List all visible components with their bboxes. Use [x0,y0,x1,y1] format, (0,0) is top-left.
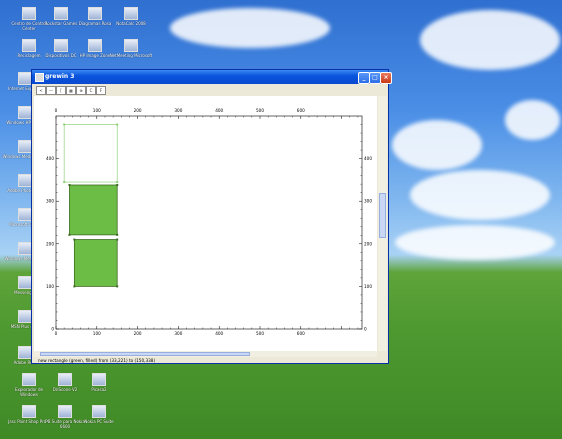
drawing-canvas[interactable]: 0 0 100 100 200 200 300 300 400 400 500 500 600 600 0 0… [34,96,377,351]
shortcut-icon [54,7,68,20]
plot-svg[interactable]: 001001002002003003004004005005006006000 0… [34,96,377,351]
window-title: grewin 3 [45,73,75,80]
shortcut-icon [88,39,102,52]
y-tick-label: 0 [51,327,54,332]
shortcut-icon [92,373,106,386]
shortcut-icon [18,310,32,323]
rectangle-handle [116,285,119,288]
rectangle-handle [116,233,119,236]
tool-f-button[interactable]: F [96,86,106,95]
rectangle-handle [68,233,71,236]
tool-c-button[interactable]: C [86,86,96,95]
rectangle-handle [116,181,119,184]
title-bar[interactable]: grewin 3 _ □ × [32,70,392,84]
shortcut-icon [18,140,32,153]
x-tick-label: 600 [297,108,305,113]
tool-line-button[interactable]: — [46,86,56,95]
cloud [410,170,550,220]
desktop-icon-label: Picasa2 [91,387,107,392]
shortcut-icon [92,405,106,418]
vertical-scrollbar[interactable] [378,96,387,351]
rectangle-handle [116,123,119,126]
shortcut-icon [18,208,32,221]
shortcut-icon [22,7,36,20]
shortcut-icon [124,39,138,52]
shortcut-icon [18,106,32,119]
x-tick-label: 500 [256,331,264,336]
plot-rectangle[interactable] [73,239,118,287]
shortcut-icon [58,405,72,418]
x-tick-label: 300 [174,331,182,336]
x-tick-label: 200 [134,331,142,336]
y-tick-label: 100 [364,284,372,289]
rectangle-handle [116,184,119,187]
cloud [420,10,560,70]
close-button[interactable]: × [380,72,392,84]
rectangle-handle [116,238,119,241]
app-window[interactable]: grewin 3 _ □ × < — [ ▦ ⊕ C F 0 0 100 100 200… [31,69,392,364]
shortcut-icon [18,174,32,187]
tool-target-button[interactable]: ⊕ [76,86,86,95]
x-tick-label: 100 [93,108,101,113]
shortcut-icon [18,72,32,85]
x-tick-label: 600 [297,331,305,336]
cloud [395,225,555,260]
y-tick-label: 300 [364,199,372,204]
rectangle-handle [73,238,76,241]
desktop: Centro de Control Center Rockstar Games Di… [0,0,562,439]
desktop-icon[interactable]: Nokia PC Suite [76,405,122,424]
shortcut-icon [58,373,72,386]
x-tick-label: 0 [55,108,58,113]
x-tick-label: 200 [134,108,142,113]
desktop-icon-label: Nokia PC Suite [84,419,114,424]
plot-rectangle[interactable] [63,124,118,183]
y-tick-label: 400 [364,156,372,161]
shortcut-icon [18,276,32,289]
plot-rectangle[interactable] [69,184,118,236]
shortcut-icon [18,346,32,359]
x-tick-label: 100 [93,331,101,336]
shortcut-icon [124,7,138,20]
tool-grid-button[interactable]: ▦ [66,86,76,95]
x-tick-label: 400 [215,108,223,113]
desktop-icon-label: NetMeeting Microsoft [109,53,153,58]
shortcut-icon [22,39,36,52]
shortcut-icon [88,7,102,20]
toolbar: < — [ ▦ ⊕ C F [32,84,388,96]
x-tick-label: 500 [256,108,264,113]
status-text: new rectangle (green, filled) from (33,2… [38,358,156,363]
y-tick-label: 100 [46,284,54,289]
y-tick-label: 0 [364,327,367,332]
x-tick-label: 300 [174,108,182,113]
shortcut-icon [54,39,68,52]
cloud [505,100,560,140]
shortcut-icon [22,373,36,386]
y-tick-label: 200 [46,241,54,246]
shortcut-icon [22,405,36,418]
desktop-icon[interactable]: NotaCalc 2008 [108,7,154,26]
desktop-icon[interactable]: Picasa2 [76,373,122,392]
desktop-icon[interactable]: NetMeeting Microsoft [108,39,154,58]
y-tick-label: 400 [46,156,54,161]
y-tick-label: 300 [46,199,54,204]
tool-bracket-button[interactable]: [ [56,86,66,95]
vertical-scroll-thumb[interactable] [379,193,386,238]
x-tick-label: 400 [215,331,223,336]
x-tick-label: 0 [55,331,58,336]
horizontal-scroll-thumb[interactable] [40,352,250,356]
status-bar: new rectangle (green, filled) from (33,2… [34,357,387,364]
rectangle-handle [63,181,66,184]
cloud [392,120,482,170]
tool-back-button[interactable]: < [36,86,46,95]
rectangle-handle [63,123,66,126]
rectangle-handle [73,285,76,288]
cloud [170,8,330,48]
shortcut-icon [18,242,32,255]
desktop-icon-label: NotaCalc 2008 [116,21,146,26]
app-icon [35,73,44,82]
rectangle-handle [68,184,71,187]
y-tick-label: 200 [364,241,372,246]
